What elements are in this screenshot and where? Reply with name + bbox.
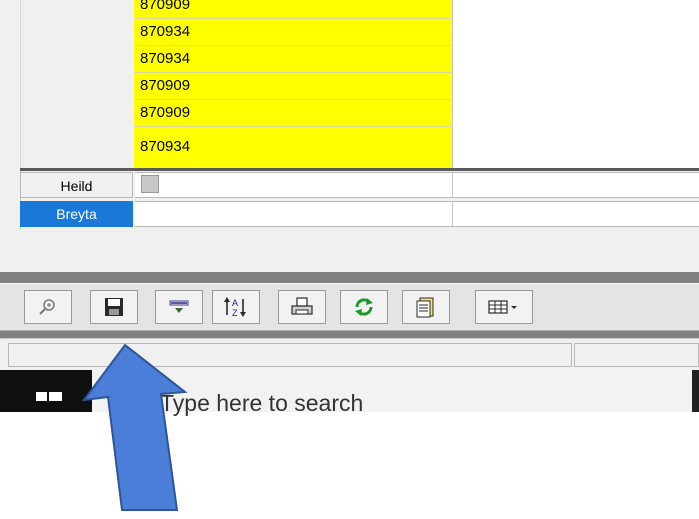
annotation-arrow: [81, 343, 188, 511]
